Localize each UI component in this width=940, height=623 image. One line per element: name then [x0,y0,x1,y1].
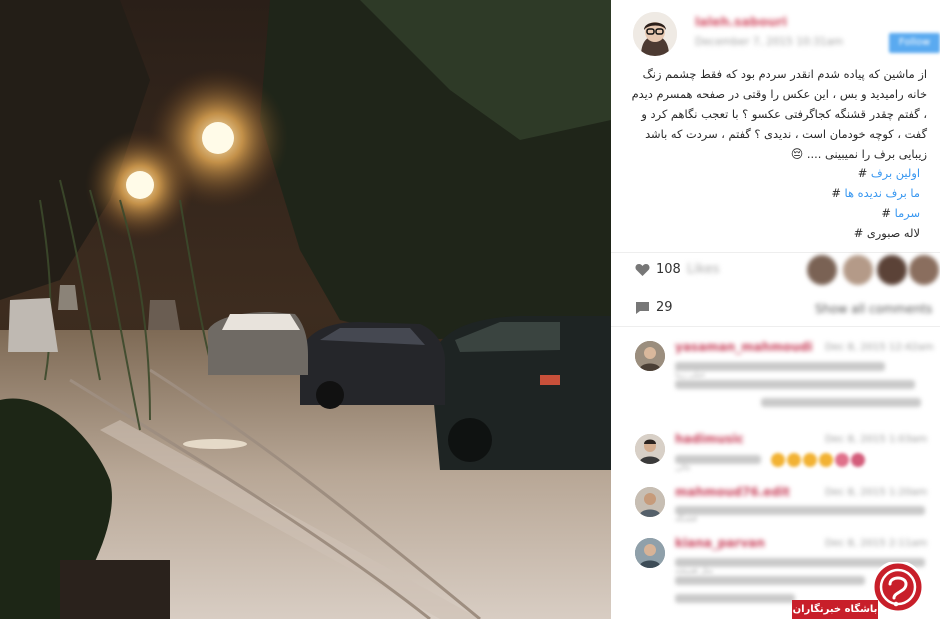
divider [611,326,940,327]
commenter-username[interactable]: kiana_parvan [675,536,765,550]
liker-avatar[interactable] [909,255,939,285]
caption-text: از ماشین که پیاده شدم انقدر سردم بود که … [631,67,927,161]
person-avatar-icon [635,538,665,568]
commenter-avatar[interactable] [635,487,665,517]
divider [611,252,940,253]
hash-symbol: # [831,186,841,200]
person-avatar-icon [635,434,665,464]
show-all-comments-link[interactable]: Show all comments [815,302,932,316]
likes-count: 108 [656,262,681,277]
comment-time: Dec 8, 2015 1:20am [825,487,928,498]
hash-symbol: # [857,166,868,180]
liker-avatar[interactable] [807,255,837,285]
post-side-panel: laleh.sabouri December 7, 2015 10:31am F… [611,0,940,619]
likes-label: Likes [686,262,720,277]
author-avatar[interactable] [633,12,677,56]
author-username[interactable]: laleh.sabouri [695,14,787,29]
watermark-label: باشگاه خبرنگاران [792,604,878,615]
post-caption: از ماشین که پیاده شدم انقدر سردم بود که … [631,64,927,164]
comment-time: Dec 8, 2015 2:11am [825,538,928,549]
person-avatar-icon [635,487,665,517]
comment-text: عالی [675,455,761,472]
comment-text [675,380,915,389]
hashtag-line[interactable]: ما برف ندیده ها # [831,186,920,200]
commenter-username[interactable]: mahmoud76.edit [675,485,790,499]
hashtag-line[interactable]: اولین برف # [858,166,920,180]
snowy-street-photo [0,0,611,619]
comment-time: Dec 8, 2015 12:42am [825,342,934,353]
follow-button[interactable]: Follow [889,33,940,53]
comment-time: Dec 8, 2015 1:03am [825,434,928,445]
post-date: December 7, 2015 10:31am [695,36,844,48]
heart-icon [635,263,650,276]
person-avatar-icon [635,341,665,371]
comments-count: 29 [656,300,673,315]
hashtag-author[interactable]: لاله صبوری [867,226,920,240]
author-avatar-icon [633,12,677,56]
liker-avatar[interactable] [843,255,873,285]
comment-text [761,398,921,407]
follow-button-label: Follow [898,37,931,48]
comments-stat[interactable]: 29 [635,300,673,315]
commenter-avatar[interactable] [635,341,665,371]
hashtag-first-snow[interactable]: اولین برف [871,166,920,180]
likes-stat[interactable]: 108 Likes [635,262,720,277]
comment-text [675,594,795,603]
comment-text: قشنگه [675,506,925,523]
post-photo[interactable] [0,0,611,619]
comment-text: خیلی زیبا [675,362,885,379]
hash-symbol: # [853,226,864,240]
hashtag-no-snow[interactable]: ما برف ندیده ها [845,186,920,200]
commenter-username[interactable]: hadimusic [675,432,744,446]
hashtag-line[interactable]: لاله صبوری # [854,226,920,240]
watermark-logo: باشگاه خبرنگاران [792,560,928,619]
hashtag-cold[interactable]: سرما [895,206,920,220]
comment-emojis [771,452,867,471]
commenter-avatar[interactable] [635,434,665,464]
pensive-emoji-icon: 😔 [790,147,804,161]
commenter-avatar[interactable] [635,538,665,568]
liker-avatar[interactable] [877,255,907,285]
hashtag-line[interactable]: سرما # [881,206,920,220]
comment-bubble-icon [636,301,649,314]
hash-symbol: # [881,206,891,220]
commenter-username[interactable]: yasaman_mahmoudi [675,340,812,354]
